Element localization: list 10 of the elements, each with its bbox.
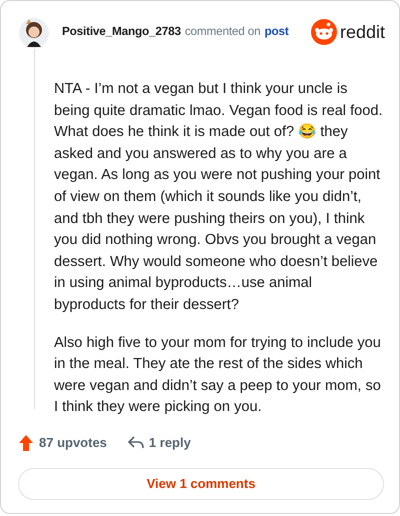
reply-count: 1 reply (148, 434, 191, 452)
comment-paragraph: Also high five to your mom for trying to include you in the meal. They ate the rest of the sides which were vegan and didn’t say a peep to your mom, so I think they were picking on you. (54, 334, 382, 418)
action-text: commented on (184, 23, 260, 40)
comment-paragraph: NTA - I’m not a vegan but I think your uncle is being quite dramatic lmao. Vegan food is real food. What does he think it is made out of? 😂 they asked and you answered as to why you are a vegan. As long as you were not pushing your point of view on them (which it sounds like you didn’t, and tbh they were pushing theirs on you), I think you did nothing wrong. Obvs you brought a vegan dessert. Why would someone who doesn’t believe in using animal byproducts…use animal byproducts for their dessert? (54, 80, 384, 315)
brand-name: reddit (340, 23, 385, 41)
view-comments-button[interactable]: View 1 comments (18, 468, 384, 500)
post-link[interactable]: post (264, 23, 289, 41)
upvote-count: 87 upvotes (39, 434, 107, 452)
author-name[interactable]: Positive_Mango_2783 (62, 23, 181, 41)
reddit-logo[interactable]: reddit (306, 19, 385, 45)
